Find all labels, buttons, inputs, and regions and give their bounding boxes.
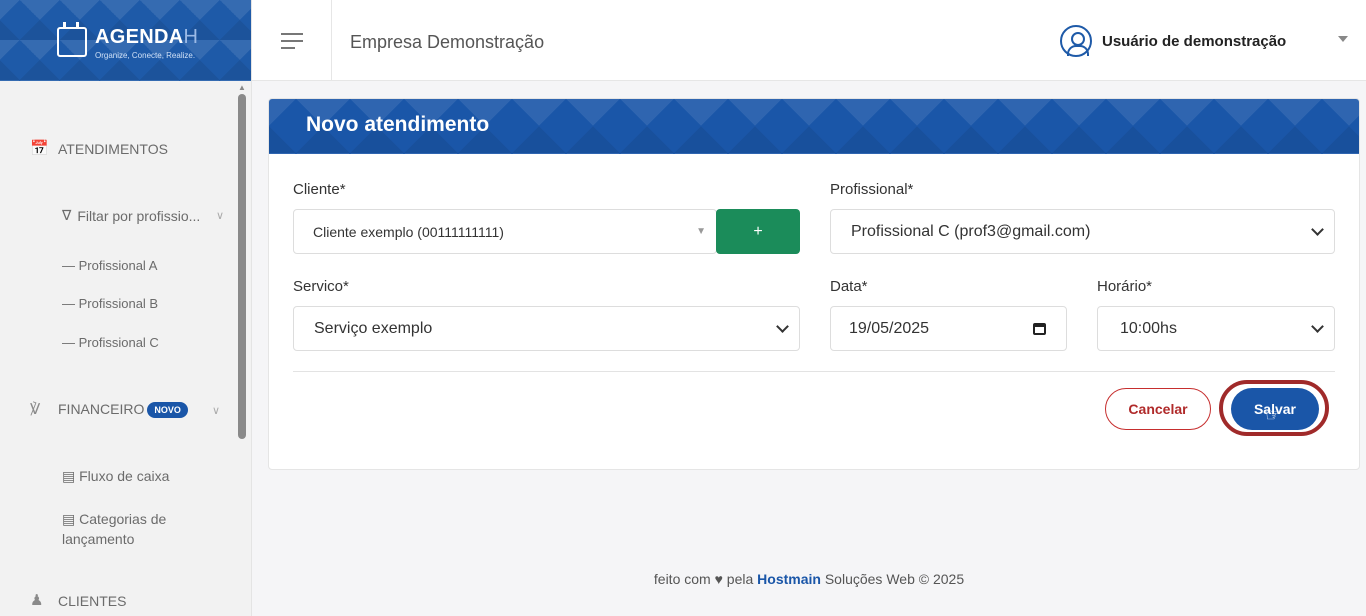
sidebar-item-fluxo-caixa[interactable]: ▤ Fluxo de caixa bbox=[62, 468, 169, 485]
filter-icon: ∇ bbox=[62, 207, 72, 223]
cliente-label: Cliente* bbox=[293, 181, 346, 198]
add-client-button[interactable]: + bbox=[716, 209, 800, 254]
user-menu[interactable]: Usuário de demonstração bbox=[1060, 25, 1286, 57]
profissional-select[interactable]: Profissional C (prof3@gmail.com) bbox=[830, 209, 1335, 254]
brand-name: AGENDAH bbox=[95, 26, 199, 48]
calendar-icon: 📅 bbox=[30, 140, 49, 157]
users-icon: ♟ bbox=[30, 592, 44, 609]
sidebar-item-profissional-a[interactable]: — Profissional A bbox=[62, 258, 157, 273]
new-badge: NOVO bbox=[147, 402, 188, 419]
new-appointment-card: Novo atendimento Cliente* Cliente exempl… bbox=[268, 98, 1360, 470]
chevron-down-icon bbox=[1311, 320, 1324, 333]
date-input[interactable]: 19/05/2025 bbox=[830, 306, 1067, 351]
page-title: Novo atendimento bbox=[306, 113, 490, 136]
caret-down-icon: ▼ bbox=[696, 226, 706, 237]
user-name: Usuário de demonstração bbox=[1102, 32, 1287, 50]
caret-down-icon[interactable] bbox=[1338, 36, 1348, 42]
chart-icon: ℣ bbox=[30, 400, 41, 418]
chevron-down-icon bbox=[1311, 223, 1324, 236]
horario-label: Horário* bbox=[1097, 278, 1153, 295]
chevron-down-icon: ∨ bbox=[216, 210, 225, 222]
hand-cursor-icon: ☞ bbox=[1265, 405, 1282, 425]
calendar-icon[interactable] bbox=[1033, 322, 1046, 335]
chevron-down-icon bbox=[776, 320, 789, 333]
card-header: Novo atendimento bbox=[269, 99, 1359, 154]
sidebar: AGENDAH Organize, Conecte, Realize. 📅 AT… bbox=[0, 0, 252, 616]
footer-company-link[interactable]: Hostmain bbox=[757, 571, 821, 587]
data-label: Data* bbox=[830, 278, 868, 295]
professional-filter[interactable]: ∇ Filtar por profissio... bbox=[62, 207, 200, 224]
divider bbox=[293, 371, 1335, 372]
menu-toggle-button[interactable] bbox=[252, 0, 332, 81]
brand-tagline: Organize, Conecte, Realize. bbox=[95, 51, 196, 60]
cancel-button[interactable]: Cancelar bbox=[1105, 388, 1211, 430]
sidebar-item-profissional-b[interactable]: — Profissional B bbox=[62, 296, 158, 311]
sidebar-item-profissional-c[interactable]: — Profissional C bbox=[62, 335, 159, 350]
company-name: Empresa Demonstração bbox=[350, 32, 545, 52]
brand-banner[interactable]: AGENDAH Organize, Conecte, Realize. bbox=[0, 0, 251, 81]
horario-select[interactable]: 10:00hs bbox=[1097, 306, 1335, 351]
cliente-select[interactable]: Cliente exemplo (00111111111) ▼ bbox=[293, 209, 717, 254]
scroll-up-arrow[interactable]: ▲ bbox=[238, 83, 246, 92]
sidebar-item-atendimentos[interactable]: 📅 ATENDIMENTOS bbox=[30, 140, 168, 158]
top-header: Empresa Demonstração Usuário de demonstr… bbox=[252, 0, 1366, 81]
servico-select[interactable]: Serviço exemplo bbox=[293, 306, 800, 351]
footer: feito com ♥ pela Hostmain Soluções Web ©… bbox=[653, 571, 965, 587]
calendar-logo-icon bbox=[57, 22, 87, 60]
heart-icon: ♥ bbox=[714, 571, 723, 587]
sidebar-item-clientes[interactable]: ♟ CLIENTES bbox=[30, 592, 126, 610]
sidebar-item-financeiro[interactable]: ℣ FINANCEIRO NOVO bbox=[30, 400, 188, 419]
chevron-down-icon: ∨ bbox=[212, 405, 221, 417]
servico-label: Servico* bbox=[293, 278, 349, 295]
sidebar-item-categorias[interactable]: ▤ Categorias de lançamento bbox=[62, 509, 192, 549]
profissional-label: Profissional* bbox=[830, 181, 914, 198]
user-avatar-icon bbox=[1060, 25, 1092, 57]
sidebar-scrollbar[interactable] bbox=[238, 94, 246, 439]
